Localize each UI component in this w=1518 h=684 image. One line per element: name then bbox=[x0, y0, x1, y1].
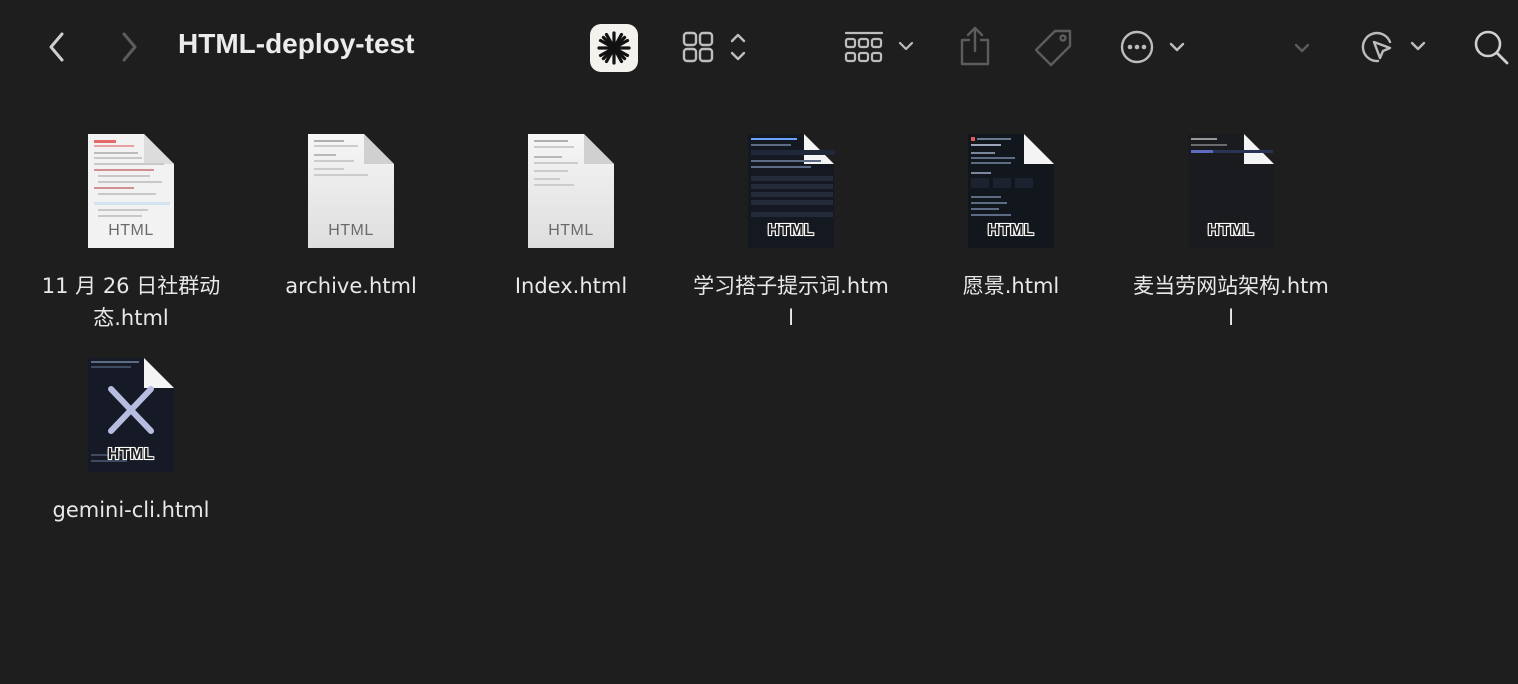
file-name: 麦当劳网站架构.html bbox=[1133, 274, 1329, 330]
html-file-icon: HTML bbox=[526, 132, 616, 250]
tag-icon[interactable] bbox=[1034, 27, 1074, 67]
file-item[interactable]: HTML 学习搭子提示词.html bbox=[681, 132, 901, 334]
file-item[interactable]: HTML archive.html bbox=[241, 132, 461, 302]
chevron-right-icon[interactable] bbox=[112, 30, 146, 64]
file-type-badge: HTML bbox=[987, 222, 1035, 239]
file-name: 愿景.html bbox=[962, 274, 1060, 298]
html-file-icon: HTML bbox=[966, 132, 1056, 250]
html-file-icon: HTML bbox=[86, 356, 176, 474]
file-item[interactable]: HTML Index.html bbox=[461, 132, 681, 302]
file-grid: HTML 11 月 26 日社群动态.html HTML archive.htm… bbox=[0, 96, 1518, 684]
file-type-badge: HTML bbox=[328, 222, 374, 239]
ellipsis-circle-icon[interactable] bbox=[1120, 30, 1190, 64]
toolbar: HTML-deploy-test bbox=[0, 0, 1518, 96]
asterisk-app-icon[interactable] bbox=[590, 24, 638, 72]
file-item[interactable]: HTML 麦当劳网站架构.html bbox=[1121, 132, 1341, 334]
file-name: Index.html bbox=[514, 274, 628, 298]
file-name: archive.html bbox=[285, 274, 417, 298]
file-name: gemini-cli.html bbox=[52, 498, 210, 522]
html-file-icon: HTML bbox=[306, 132, 396, 250]
file-type-badge: HTML bbox=[1207, 222, 1255, 239]
file-type-badge: HTML bbox=[767, 222, 815, 239]
group-by-icon[interactable] bbox=[844, 28, 918, 66]
file-type-badge: HTML bbox=[107, 446, 155, 463]
chevron-down-icon[interactable] bbox=[1290, 36, 1314, 60]
html-file-icon: HTML bbox=[746, 132, 836, 250]
share-icon[interactable] bbox=[958, 24, 992, 68]
file-item[interactable]: HTML 愿景.html bbox=[901, 132, 1121, 302]
file-type-badge: HTML bbox=[548, 222, 594, 239]
html-file-icon: HTML bbox=[1186, 132, 1276, 250]
cursor-markup-icon[interactable] bbox=[1360, 28, 1432, 66]
chevron-left-icon[interactable] bbox=[40, 30, 74, 64]
window-title: HTML-deploy-test bbox=[178, 28, 415, 59]
file-item[interactable]: HTML gemini-cli.html bbox=[21, 356, 241, 526]
file-type-badge: HTML bbox=[108, 222, 154, 239]
search-icon[interactable] bbox=[1472, 28, 1510, 66]
html-file-icon: HTML bbox=[86, 132, 176, 250]
file-name: 学习搭子提示词.html bbox=[693, 274, 889, 330]
grid-view-icon[interactable] bbox=[682, 30, 752, 64]
finder-window: HTML-deploy-test HTML 11 月 26 日社群动态.html… bbox=[0, 0, 1518, 684]
file-name: 11 月 26 日社群动态.html bbox=[41, 274, 221, 330]
file-item[interactable]: HTML 11 月 26 日社群动态.html bbox=[21, 132, 241, 334]
